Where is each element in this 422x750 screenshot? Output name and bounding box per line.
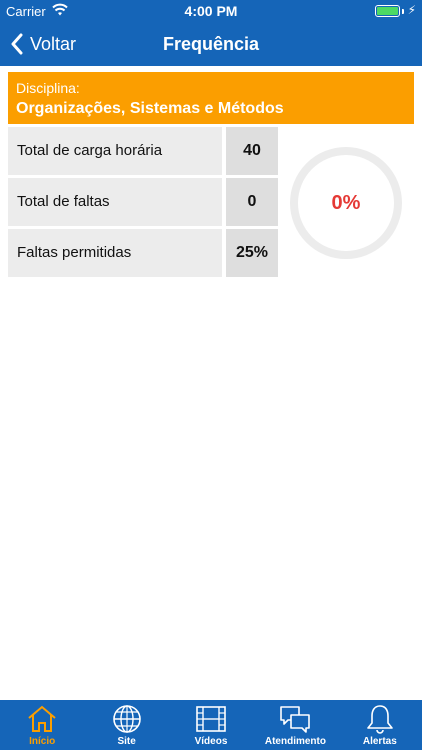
tab-bar: Início Site Vídeos Atendimento Alertas xyxy=(0,700,422,750)
tab-label: Vídeos xyxy=(194,736,228,747)
battery-icon xyxy=(375,5,400,17)
charging-icon: ⚡ xyxy=(407,3,416,17)
discipline-label: Disciplina: xyxy=(16,80,80,96)
stat-label: Faltas permitidas xyxy=(8,229,222,277)
tab-label: Atendimento xyxy=(264,736,326,747)
film-icon xyxy=(196,706,226,732)
tab-label: Alertas xyxy=(362,736,397,747)
discipline-name: Organizações, Sistemas e Métodos xyxy=(16,100,284,117)
chevron-left-icon xyxy=(11,33,23,55)
bell-icon xyxy=(367,705,393,734)
stat-value: 25% xyxy=(226,229,278,277)
chat-icon xyxy=(280,706,311,733)
stat-value: 40 xyxy=(226,127,278,175)
stat-row-workload: Total de carga horária 40 xyxy=(8,127,278,175)
tab-label: Site xyxy=(117,736,136,747)
tab-alertas[interactable]: Alertas xyxy=(338,700,422,750)
tab-atendimento[interactable]: Atendimento xyxy=(253,700,337,750)
stat-value: 0 xyxy=(226,178,278,226)
gauge-percent: 0% xyxy=(331,192,361,214)
tab-videos[interactable]: Vídeos xyxy=(169,700,253,750)
back-button[interactable]: Voltar xyxy=(10,22,76,66)
status-bar: Carrier 4:00 PM ⚡ xyxy=(0,0,422,22)
tab-site[interactable]: Site xyxy=(84,700,168,750)
stat-label: Total de faltas xyxy=(8,178,222,226)
stat-row-allowed: Faltas permitidas 25% xyxy=(8,229,278,277)
header: Carrier 4:00 PM ⚡ Voltar Frequência xyxy=(0,0,422,66)
nav-bar: Voltar Frequência xyxy=(0,22,422,66)
tab-label: Início xyxy=(29,736,56,747)
stat-row-absences: Total de faltas 0 xyxy=(8,178,278,226)
discipline-banner: Disciplina: Organizações, Sistemas e Mét… xyxy=(8,72,414,124)
tab-inicio[interactable]: Início xyxy=(0,700,84,750)
stat-label: Total de carga horária xyxy=(8,127,222,175)
globe-icon xyxy=(112,705,141,733)
status-time: 4:00 PM xyxy=(184,3,238,19)
back-label: Voltar xyxy=(30,33,77,54)
battery-cap xyxy=(402,9,404,14)
home-icon xyxy=(28,705,56,732)
